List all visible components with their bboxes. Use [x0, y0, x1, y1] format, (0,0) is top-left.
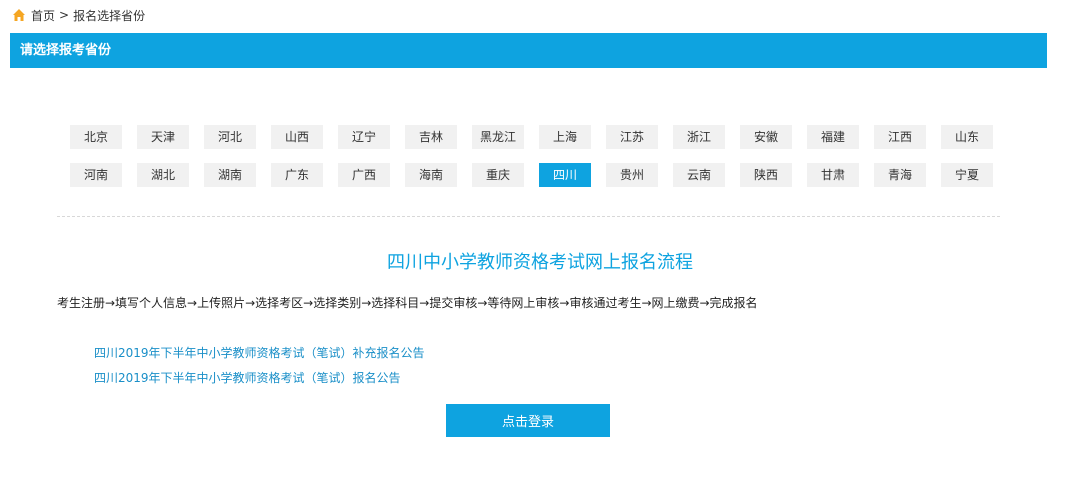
province-button[interactable]: 黑龙江 — [472, 125, 524, 149]
province-button[interactable]: 广东 — [271, 163, 323, 187]
section-title-bar: 请选择报考省份 — [10, 33, 1047, 68]
province-button[interactable]: 云南 — [673, 163, 725, 187]
flow-title: 四川中小学教师资格考试网上报名流程 — [387, 252, 693, 273]
province-button[interactable]: 北京 — [70, 125, 122, 149]
province-button[interactable]: 陕西 — [740, 163, 792, 187]
flow-steps: 考生注册→填写个人信息→上传照片→选择考区→选择类别→选择科目→提交审核→等待网… — [57, 296, 758, 310]
province-button[interactable]: 甘肃 — [807, 163, 859, 187]
province-button[interactable]: 山东 — [941, 125, 993, 149]
province-button[interactable]: 山西 — [271, 125, 323, 149]
province-button[interactable]: 湖北 — [137, 163, 189, 187]
province-button[interactable]: 广西 — [338, 163, 390, 187]
province-button[interactable]: 贵州 — [606, 163, 658, 187]
province-button[interactable]: 河北 — [204, 125, 256, 149]
province-button[interactable]: 宁夏 — [941, 163, 993, 187]
province-button[interactable]: 安徽 — [740, 125, 792, 149]
province-button[interactable]: 青海 — [874, 163, 926, 187]
notice-link-supplementary[interactable]: 四川2019年下半年中小学教师资格考试（笔试）补充报名公告 — [94, 344, 425, 361]
province-button[interactable]: 上海 — [539, 125, 591, 149]
province-button[interactable]: 浙江 — [673, 125, 725, 149]
login-button[interactable]: 点击登录 — [446, 404, 610, 437]
province-button[interactable]: 重庆 — [472, 163, 524, 187]
province-button[interactable]: 江西 — [874, 125, 926, 149]
province-button[interactable]: 吉林 — [405, 125, 457, 149]
province-button[interactable]: 河南 — [70, 163, 122, 187]
province-button[interactable]: 江苏 — [606, 125, 658, 149]
province-button[interactable]: 海南 — [405, 163, 457, 187]
breadcrumb: 首页 > 报名选择省份 — [12, 6, 145, 24]
home-icon[interactable] — [12, 8, 26, 22]
notice-link-registration[interactable]: 四川2019年下半年中小学教师资格考试（笔试）报名公告 — [94, 369, 401, 386]
divider — [57, 216, 1000, 217]
province-button[interactable]: 福建 — [807, 125, 859, 149]
breadcrumb-current: 报名选择省份 — [73, 8, 146, 23]
province-button[interactable]: 天津 — [137, 125, 189, 149]
province-button[interactable]: 四川 — [539, 163, 591, 187]
breadcrumb-home-link[interactable]: 首页 — [31, 7, 55, 24]
province-button[interactable]: 湖南 — [204, 163, 256, 187]
province-button[interactable]: 辽宁 — [338, 125, 390, 149]
breadcrumb-separator: > — [59, 8, 70, 22]
